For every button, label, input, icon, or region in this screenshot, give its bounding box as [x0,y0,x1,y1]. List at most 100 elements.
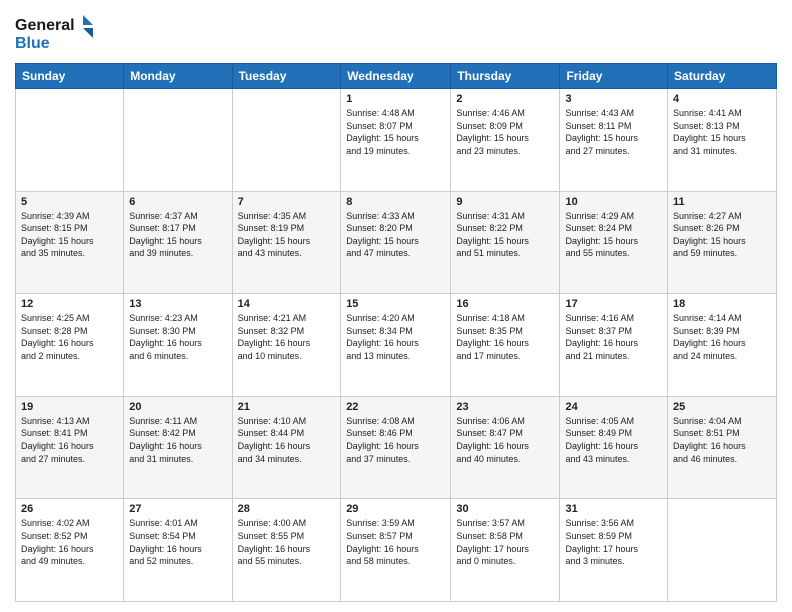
cell-info-line: Sunset: 8:35 PM [456,325,554,338]
cell-info-line: and 19 minutes. [346,145,445,158]
cell-info: Sunrise: 4:02 AMSunset: 8:52 PMDaylight:… [21,517,118,567]
svg-text:Blue: Blue [15,35,50,52]
calendar-cell: 12 Sunrise: 4:25 AMSunset: 8:28 PMDayligh… [16,294,124,397]
calendar-cell: 13Sunrise: 4:23 AMSunset: 8:30 PMDayligh… [124,294,232,397]
cell-info-line: Daylight: 17 hours [565,543,662,556]
cell-info: Sunrise: 4:25 AMSunset: 8:28 PMDaylight:… [21,312,118,362]
cell-info-line: and 35 minutes. [21,247,118,260]
week-row-2: 5Sunrise: 4:39 AMSunset: 8:15 PMDaylight… [16,191,777,294]
calendar-cell: 1Sunrise: 4:48 AMSunset: 8:07 PMDaylight… [341,89,451,192]
cell-info: Sunrise: 4:27 AMSunset: 8:26 PMDaylight:… [673,210,771,260]
cell-date-number: 5 [21,196,118,208]
cell-info-line: Daylight: 15 hours [565,132,662,145]
cell-info-line: Sunrise: 4:31 AM [456,210,554,223]
cell-date-number: 25 [673,401,771,413]
cell-info-line: and 24 minutes. [673,350,771,363]
cell-info-line: and 46 minutes. [673,453,771,466]
cell-info-line: and 23 minutes. [456,145,554,158]
calendar-cell: 6Sunrise: 4:37 AMSunset: 8:17 PMDaylight… [124,191,232,294]
cell-info-line: Sunset: 8:32 PM [238,325,336,338]
cell-info-line: Sunrise: 4:10 AM [238,415,336,428]
cell-info-line: Sunrise: 4:04 AM [673,415,771,428]
cell-info-line: Daylight: 16 hours [238,543,336,556]
calendar-body: 1Sunrise: 4:48 AMSunset: 8:07 PMDaylight… [16,89,777,602]
calendar-cell: 8Sunrise: 4:33 AMSunset: 8:20 PMDaylight… [341,191,451,294]
cell-info-line: and 0 minutes. [456,555,554,568]
cell-date-number: 26 [21,503,118,515]
cell-info-line: Sunrise: 4:13 AM [21,415,118,428]
cell-info-line: and 43 minutes. [565,453,662,466]
cell-info-line: Sunset: 8:30 PM [129,325,226,338]
cell-info-line: Sunset: 8:17 PM [129,222,226,235]
day-header-friday: Friday [560,64,668,89]
cell-info-line: Daylight: 16 hours [673,337,771,350]
cell-info-line: Daylight: 16 hours [238,337,336,350]
cell-info-line: and 59 minutes. [673,247,771,260]
cell-info-line: and 39 minutes. [129,247,226,260]
cell-date-number: 31 [565,503,662,515]
cell-info-line: Daylight: 15 hours [673,132,771,145]
calendar-cell: 15Sunrise: 4:20 AMSunset: 8:34 PMDayligh… [341,294,451,397]
cell-date-number: 14 [238,298,336,310]
cell-date-number: 20 [129,401,226,413]
cell-date-number: 12 [21,298,118,310]
cell-info-line: and 40 minutes. [456,453,554,466]
cell-info-line: and 52 minutes. [129,555,226,568]
cell-info-line: Sunset: 8:57 PM [346,530,445,543]
cell-info-line: and 21 minutes. [565,350,662,363]
calendar-cell: 24Sunrise: 4:05 AMSunset: 8:49 PMDayligh… [560,396,668,499]
cell-info-line: Daylight: 15 hours [565,235,662,248]
cell-info: Sunrise: 4:21 AMSunset: 8:32 PMDaylight:… [238,312,336,362]
cell-info: Sunrise: 3:59 AMSunset: 8:57 PMDaylight:… [346,517,445,567]
calendar-cell: 5Sunrise: 4:39 AMSunset: 8:15 PMDaylight… [16,191,124,294]
cell-info: Sunrise: 4:00 AMSunset: 8:55 PMDaylight:… [238,517,336,567]
calendar-cell: 17Sunrise: 4:16 AMSunset: 8:37 PMDayligh… [560,294,668,397]
calendar-cell: 20Sunrise: 4:11 AMSunset: 8:42 PMDayligh… [124,396,232,499]
cell-info-line: Sunrise: 4:21 AM [238,312,336,325]
cell-date-number: 24 [565,401,662,413]
calendar-cell: 23Sunrise: 4:06 AMSunset: 8:47 PMDayligh… [451,396,560,499]
cell-info-line: Daylight: 15 hours [21,235,118,248]
cell-info-line: and 6 minutes. [129,350,226,363]
cell-info-line: and 3 minutes. [565,555,662,568]
cell-info-line: Sunrise: 4:14 AM [673,312,771,325]
cell-info-line: Sunset: 8:42 PM [129,427,226,440]
calendar-header: SundayMondayTuesdayWednesdayThursdayFrid… [16,64,777,89]
calendar-cell: 27Sunrise: 4:01 AMSunset: 8:54 PMDayligh… [124,499,232,602]
day-header-tuesday: Tuesday [232,64,341,89]
cell-date-number: 30 [456,503,554,515]
cell-date-number: 13 [129,298,226,310]
cell-info-line: and 27 minutes. [565,145,662,158]
cell-info: Sunrise: 3:56 AMSunset: 8:59 PMDaylight:… [565,517,662,567]
cell-date-number: 6 [129,196,226,208]
calendar-cell: 3Sunrise: 4:43 AMSunset: 8:11 PMDaylight… [560,89,668,192]
day-header-sunday: Sunday [16,64,124,89]
cell-info-line: and 47 minutes. [346,247,445,260]
cell-info-line: Daylight: 15 hours [346,132,445,145]
logo: General Blue [15,10,95,55]
cell-info-line: Sunrise: 4:46 AM [456,107,554,120]
week-row-3: 12 Sunrise: 4:25 AMSunset: 8:28 PMDayligh… [16,294,777,397]
cell-date-number: 4 [673,93,771,105]
calendar-table: SundayMondayTuesdayWednesdayThursdayFrid… [15,63,777,602]
cell-date-number: 9 [456,196,554,208]
calendar-cell: 26 Sunrise: 4:02 AMSunset: 8:52 PMDayligh… [16,499,124,602]
cell-info-line: Sunset: 8:47 PM [456,427,554,440]
cell-info: Sunrise: 4:31 AMSunset: 8:22 PMDaylight:… [456,210,554,260]
cell-info: Sunrise: 4:29 AMSunset: 8:24 PMDaylight:… [565,210,662,260]
cell-info: Sunrise: 4:48 AMSunset: 8:07 PMDaylight:… [346,107,445,157]
logo-svg: General Blue [15,10,95,55]
cell-info-line: and 31 minutes. [673,145,771,158]
cell-info: Sunrise: 4:13 AMSunset: 8:41 PMDaylight:… [21,415,118,465]
calendar-cell: 30Sunrise: 3:57 AMSunset: 8:58 PMDayligh… [451,499,560,602]
day-header-wednesday: Wednesday [341,64,451,89]
calendar-cell: 25Sunrise: 4:04 AMSunset: 8:51 PMDayligh… [668,396,777,499]
cell-info-line: Daylight: 16 hours [456,440,554,453]
cell-info-line: Sunset: 8:52 PM [21,530,118,543]
cell-info-line: Sunrise: 4:37 AM [129,210,226,223]
cell-info-line: Daylight: 16 hours [238,440,336,453]
cell-info-line: Sunrise: 4:35 AM [238,210,336,223]
cell-date-number: 8 [346,196,445,208]
cell-info-line: Sunset: 8:15 PM [21,222,118,235]
cell-info-line: Sunrise: 4:11 AM [129,415,226,428]
